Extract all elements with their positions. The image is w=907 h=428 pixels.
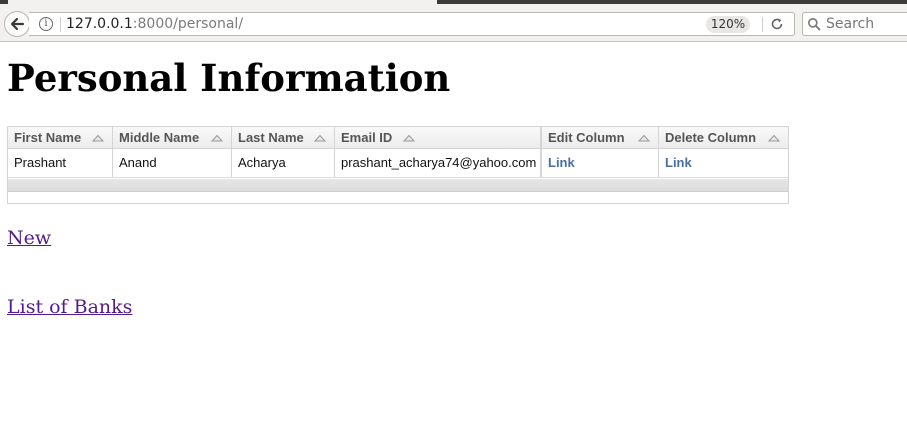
- cell-middle-name: Anand: [113, 149, 232, 177]
- sort-arrow-icon[interactable]: [638, 134, 650, 142]
- edit-link[interactable]: Link: [542, 149, 659, 177]
- sort-arrow-icon[interactable]: [768, 134, 780, 142]
- personal-info-grid: First Name Middle Name Last Name Email I…: [7, 126, 789, 204]
- cell-last-name: Acharya: [232, 149, 335, 177]
- search-placeholder: Search: [826, 16, 875, 32]
- column-header-label: Middle Name: [119, 130, 200, 145]
- back-button[interactable]: [4, 11, 30, 37]
- sort-arrow-icon[interactable]: [211, 134, 223, 142]
- sort-arrow-icon[interactable]: [403, 134, 415, 142]
- cell-first-name: Prashant: [8, 149, 113, 177]
- url-path: :8000/personal/: [132, 16, 244, 32]
- url-text[interactable]: 127.0.0.1:8000/personal/: [66, 16, 243, 32]
- browser-toolbar: i 127.0.0.1:8000/personal/ 120% Search: [0, 4, 907, 42]
- list-of-banks-link[interactable]: List of Banks: [7, 295, 132, 319]
- cell-email: prashant_acharya74@yahoo.com: [335, 149, 542, 177]
- column-header-label: Edit Column: [548, 130, 625, 145]
- sort-arrow-icon[interactable]: [314, 134, 326, 142]
- grid-horizontal-scrollbar[interactable]: [8, 179, 788, 192]
- column-header-label: Delete Column: [665, 130, 757, 145]
- table-row[interactable]: Prashant Anand Acharya prashant_acharya7…: [8, 149, 788, 178]
- column-header-email-id[interactable]: Email ID: [335, 127, 542, 148]
- column-header-delete[interactable]: Delete Column: [659, 127, 788, 148]
- url-host: 127.0.0.1: [66, 16, 133, 32]
- column-header-last-name[interactable]: Last Name: [232, 127, 335, 148]
- column-header-label: First Name: [14, 130, 82, 145]
- page-title: Personal Information: [7, 56, 451, 100]
- info-icon[interactable]: i: [39, 17, 53, 31]
- search-icon: [808, 18, 821, 31]
- reload-icon: [771, 18, 783, 30]
- sort-arrow-icon[interactable]: [92, 134, 104, 142]
- column-header-label: Email ID: [341, 130, 393, 145]
- url-separator: [60, 17, 61, 32]
- address-bar[interactable]: i 127.0.0.1:8000/personal/ 120%: [29, 12, 795, 36]
- grid-header: First Name Middle Name Last Name Email I…: [8, 127, 788, 149]
- back-arrow-icon: [10, 17, 25, 31]
- new-link[interactable]: New: [7, 226, 51, 250]
- column-header-middle-name[interactable]: Middle Name: [113, 127, 232, 148]
- column-header-first-name[interactable]: First Name: [8, 127, 113, 148]
- zoom-level-badge[interactable]: 120%: [706, 16, 750, 33]
- url-separator-2: [762, 17, 763, 32]
- delete-link[interactable]: Link: [659, 149, 788, 177]
- reload-button[interactable]: [769, 16, 785, 32]
- search-box[interactable]: Search: [802, 12, 907, 36]
- column-header-label: Last Name: [238, 130, 304, 145]
- column-header-edit[interactable]: Edit Column: [542, 127, 659, 148]
